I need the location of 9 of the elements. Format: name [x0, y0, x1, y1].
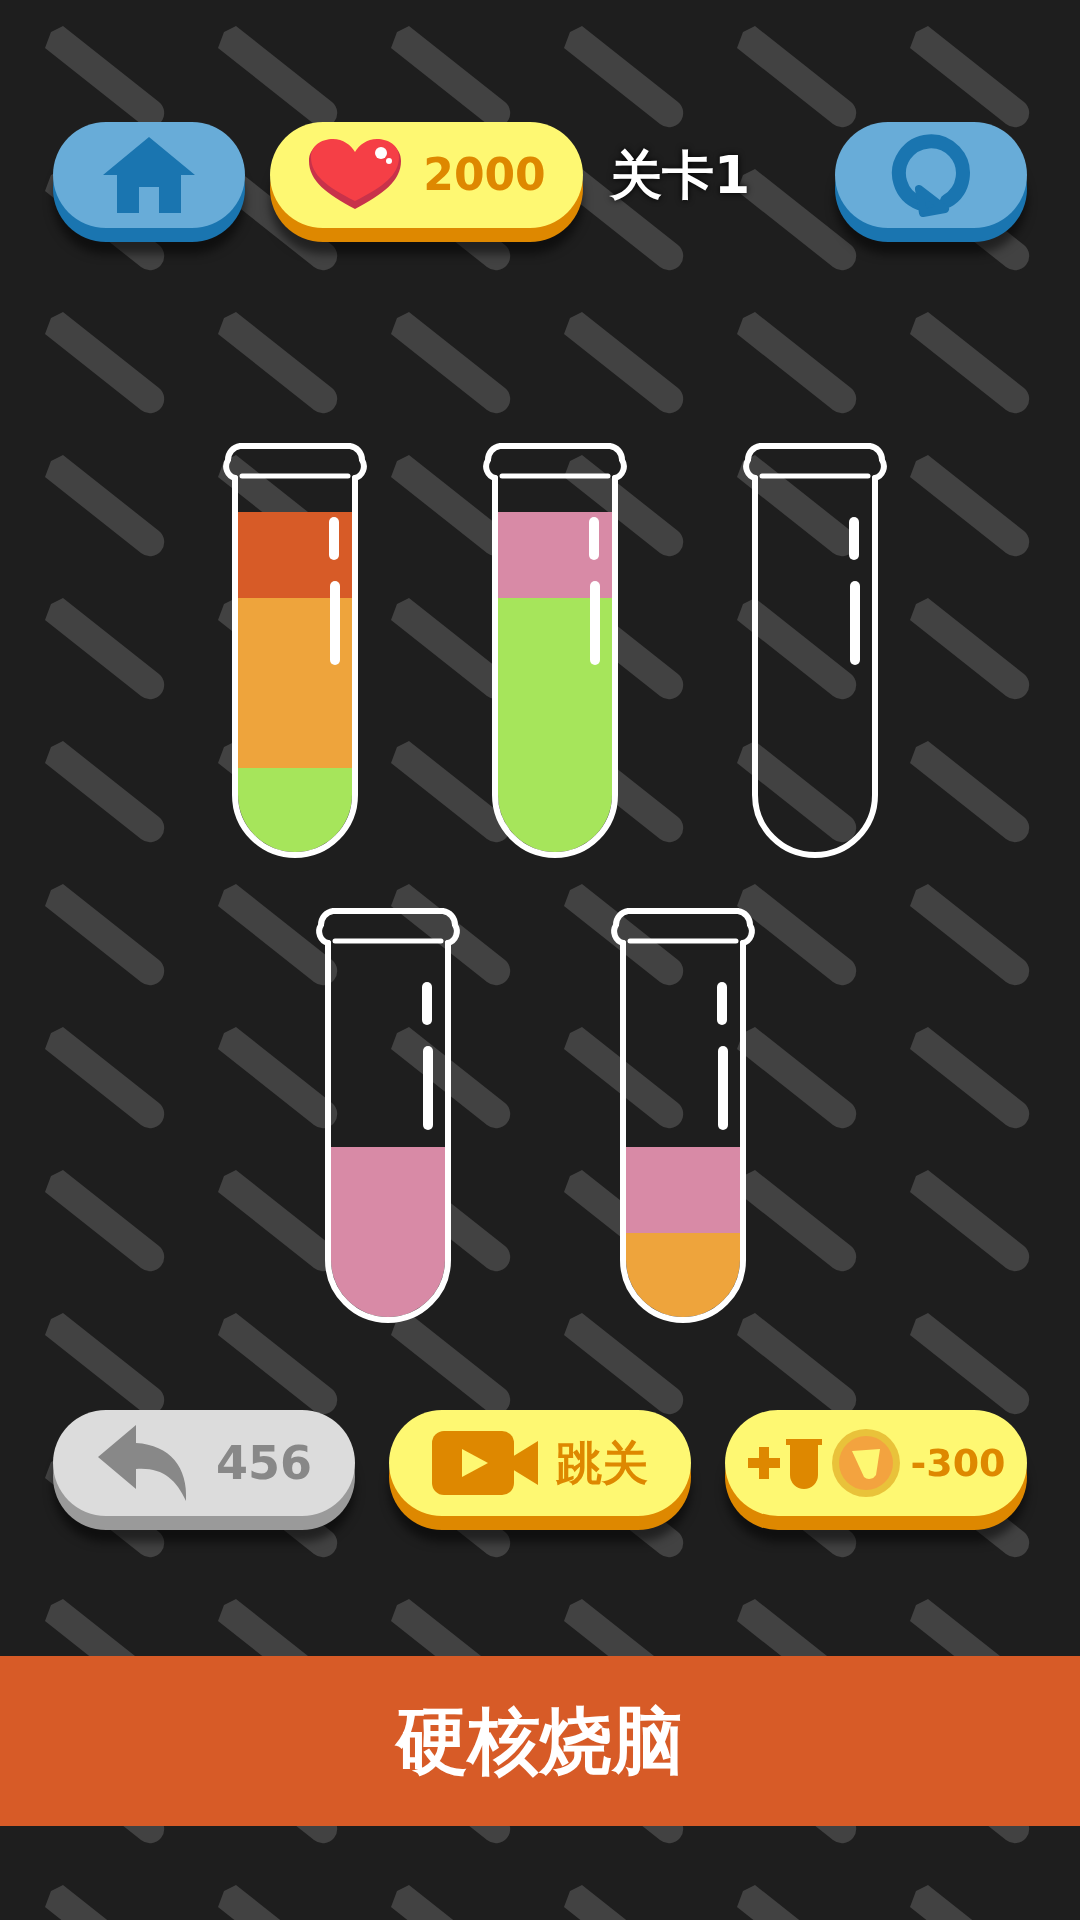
heart-icon [307, 139, 404, 211]
hearts-count: 2000 [423, 148, 546, 202]
video-camera-icon [432, 1431, 540, 1495]
level-title: 关卡1 [610, 144, 751, 207]
restart-icon [889, 133, 973, 217]
banner-text: 硬核烧脑 [396, 1698, 684, 1785]
home-icon [101, 135, 197, 215]
add-tube-icon [746, 1437, 823, 1489]
coin-icon [830, 1427, 903, 1499]
